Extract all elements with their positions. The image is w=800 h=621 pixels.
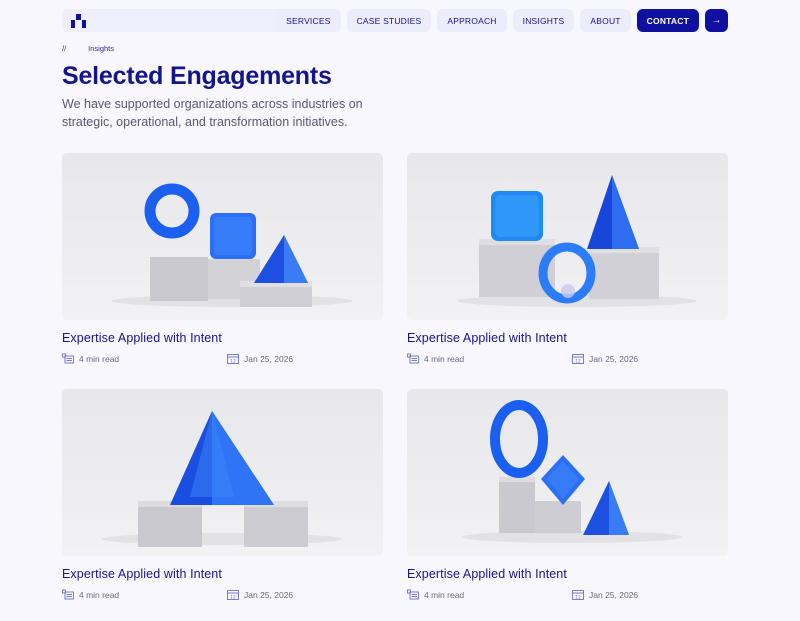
engagement-card[interactable]: Expertise Applied with Intent 4 min read… [62, 153, 383, 364]
publish-date: 12 Jan 25, 2026 [227, 353, 293, 364]
publish-date-label: Jan 25, 2026 [244, 589, 294, 600]
read-time-label: 4 min read [79, 353, 120, 364]
publish-date: 12 Jan 25, 2026 [572, 589, 638, 600]
publish-date: 12 Jan 25, 2026 [227, 589, 293, 600]
document-icon [407, 589, 419, 600]
breadcrumb: // Insights [62, 44, 114, 53]
page-title: Selected Engagements [62, 62, 332, 90]
card-illustration [112, 183, 352, 307]
card-image[interactable] [407, 153, 728, 320]
svg-text:12: 12 [230, 358, 236, 364]
publish-date-label: Jan 25, 2026 [244, 353, 294, 364]
logo-container[interactable] [62, 9, 302, 32]
nav-case-studies[interactable]: CASE STUDIES [346, 9, 432, 32]
logo-icon [71, 14, 86, 28]
publish-date-label: Jan 25, 2026 [589, 589, 639, 600]
svg-text:12: 12 [575, 594, 581, 600]
nav-approach[interactable]: APPROACH [437, 9, 507, 32]
engagement-card[interactable]: Expertise Applied with Intent 4 min read… [407, 389, 728, 600]
engagement-card[interactable]: Expertise Applied with Intent 4 min read… [62, 389, 383, 600]
nav-insights[interactable]: INSIGHTS [512, 9, 575, 32]
breadcrumb-separator: // [62, 44, 67, 53]
read-time: 4 min read [62, 353, 119, 364]
card-image[interactable] [62, 153, 383, 320]
card-title[interactable]: Expertise Applied with Intent [62, 331, 383, 345]
document-icon [62, 353, 74, 364]
card-image[interactable] [407, 389, 728, 556]
publish-date: 12 Jan 25, 2026 [572, 353, 638, 364]
read-time-label: 4 min read [79, 589, 120, 600]
calendar-icon: 12 [227, 590, 239, 600]
calendar-icon: 12 [227, 354, 239, 364]
card-illustration [457, 175, 697, 307]
card-illustration [462, 400, 682, 543]
read-time: 4 min read [62, 589, 119, 600]
read-time-label: 4 min read [424, 353, 465, 364]
nav-about[interactable]: ABOUT [580, 9, 631, 32]
site-header: SERVICES CASE STUDIES APPROACH INSIGHTS … [62, 9, 728, 33]
arrow-right-icon[interactable]: → [705, 9, 728, 32]
card-meta: 4 min read 12 Jan 25, 2026 [62, 353, 383, 364]
card-title[interactable]: Expertise Applied with Intent [407, 331, 728, 345]
page-subtitle: We have supported organizations across i… [62, 97, 363, 129]
document-icon [62, 589, 74, 600]
calendar-icon: 12 [572, 590, 584, 600]
read-time-label: 4 min read [424, 589, 465, 600]
card-title[interactable]: Expertise Applied with Intent [62, 567, 383, 581]
card-illustration [102, 411, 342, 547]
nav-services[interactable]: SERVICES [276, 9, 341, 32]
card-image[interactable] [62, 389, 383, 556]
svg-text:12: 12 [575, 358, 581, 364]
publish-date-label: Jan 25, 2026 [589, 353, 639, 364]
svg-text:12: 12 [230, 594, 236, 600]
engagement-card[interactable]: Expertise Applied with Intent 4 min read… [407, 153, 728, 364]
read-time: 4 min read [407, 353, 464, 364]
read-time: 4 min read [407, 589, 464, 600]
card-meta: 4 min read 12 Jan 25, 2026 [407, 353, 728, 364]
card-meta: 4 min read 12 Jan 25, 2026 [62, 589, 383, 600]
calendar-icon: 12 [572, 354, 584, 364]
card-title[interactable]: Expertise Applied with Intent [407, 567, 728, 581]
card-meta: 4 min read 12 Jan 25, 2026 [407, 589, 728, 600]
document-icon [407, 353, 419, 364]
contact-button[interactable]: CONTACT [636, 9, 699, 32]
main-nav: SERVICES CASE STUDIES APPROACH INSIGHTS … [276, 9, 728, 32]
breadcrumb-current[interactable]: Insights [88, 44, 114, 53]
